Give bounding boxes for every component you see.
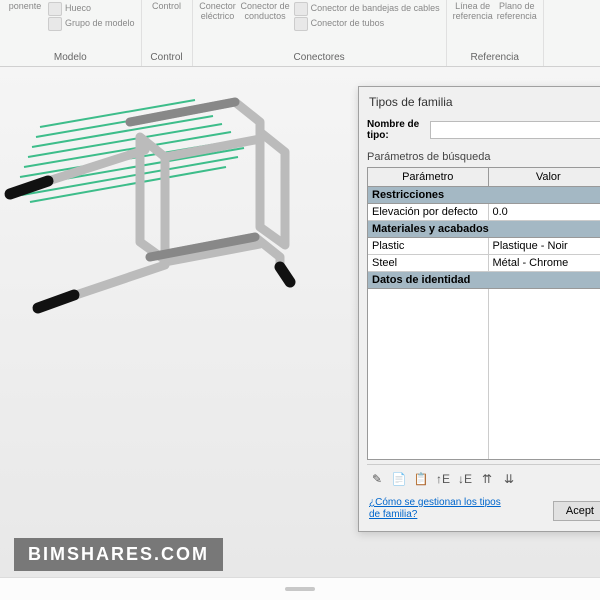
reference-line-button[interactable]: Línea de referencia: [453, 2, 493, 22]
model-group-icon: [48, 17, 62, 31]
electrical-connector-button[interactable]: Conector eléctrico: [199, 2, 237, 22]
sort-asc-icon[interactable]: ↑E: [435, 471, 451, 487]
new-type-icon[interactable]: 📄: [391, 471, 407, 487]
hollow-icon: [48, 2, 62, 16]
cable-tray-icon: [294, 2, 308, 16]
help-link[interactable]: ¿Cómo se gestionan los tipos de familia?: [369, 497, 509, 521]
table-row[interactable]: Steel Métal - Chrome: [368, 255, 600, 272]
hollow-button[interactable]: Hueco: [48, 2, 135, 16]
type-name-label: Nombre de tipo:: [367, 119, 422, 141]
search-params-label: Parámetros de búsqueda: [367, 149, 600, 167]
control-button[interactable]: Control: [148, 2, 186, 12]
cable-tray-connector-button[interactable]: Conector de bandejas de cables: [294, 2, 440, 16]
section-restricciones[interactable]: Restricciones: [368, 187, 600, 204]
grid-empty-area: [368, 289, 600, 459]
section-materiales[interactable]: Materiales y acabados: [368, 221, 600, 238]
ribbon-group-referencia: Línea de referencia Plano de referencia …: [447, 0, 544, 66]
status-bar: [0, 577, 600, 600]
model-preview: [0, 67, 360, 407]
drag-handle-icon[interactable]: [285, 587, 315, 591]
model-group-button[interactable]: Grupo de modelo: [48, 17, 135, 31]
type-name-input[interactable]: [430, 121, 600, 139]
move-down-icon[interactable]: ⇊: [501, 471, 517, 487]
move-up-icon[interactable]: ⇈: [479, 471, 495, 487]
table-row[interactable]: Plastic Plastique - Noir: [368, 238, 600, 255]
pencil-icon[interactable]: ✎: [369, 471, 385, 487]
dialog-toolbar: ✎ 📄 📋 ↑E ↓E ⇈ ⇊: [367, 464, 600, 493]
ribbon-group-modelo: ponente Hueco Grupo de modelo Modelo: [0, 0, 142, 66]
col-value[interactable]: Valor: [489, 168, 600, 186]
family-types-dialog: Tipos de familia Nombre de tipo: Parámet…: [358, 86, 600, 532]
col-parameter[interactable]: Parámetro: [368, 168, 489, 186]
ribbon-group-conectores: Conector eléctrico Conector de conductos…: [193, 0, 447, 66]
ribbon-group-control: Control Control: [142, 0, 193, 66]
copy-type-icon[interactable]: 📋: [413, 471, 429, 487]
accept-button[interactable]: Acept: [553, 501, 600, 521]
pipe-connector-button[interactable]: Conector de tubos: [294, 17, 440, 31]
reference-plane-button[interactable]: Plano de referencia: [497, 2, 537, 22]
dialog-title: Tipos de familia: [359, 87, 600, 115]
ribbon-toolbar: ponente Hueco Grupo de modelo Modelo Con…: [0, 0, 600, 67]
component-button[interactable]: ponente: [6, 2, 44, 12]
table-row[interactable]: Elevación por defecto 0.0: [368, 204, 600, 221]
section-identidad[interactable]: Datos de identidad: [368, 272, 600, 289]
watermark: BIMSHARES.COM: [14, 538, 223, 571]
duct-connector-button[interactable]: Conector de conductos: [241, 2, 290, 22]
sort-desc-icon[interactable]: ↓E: [457, 471, 473, 487]
pipe-icon: [294, 17, 308, 31]
parameters-grid[interactable]: Parámetro Valor Restricciones Elevación …: [367, 167, 600, 460]
